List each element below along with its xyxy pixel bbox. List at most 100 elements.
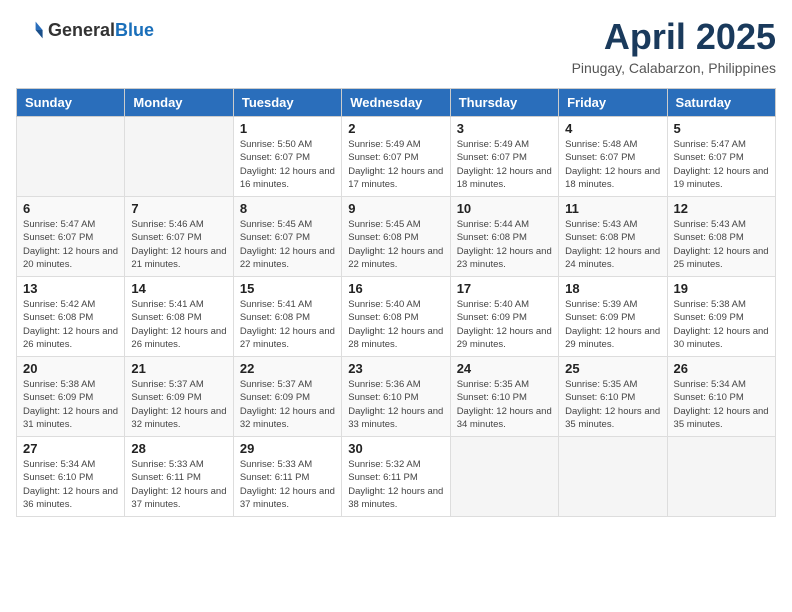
day-number: 9	[348, 201, 443, 216]
page-header: GeneralBlue April 2025 Pinugay, Calabarz…	[16, 16, 776, 76]
day-number: 7	[131, 201, 226, 216]
day-info: Sunrise: 5:41 AM Sunset: 6:08 PM Dayligh…	[240, 298, 335, 351]
calendar-cell: 2Sunrise: 5:49 AM Sunset: 6:07 PM Daylig…	[342, 117, 450, 197]
logo-text-general: General	[48, 20, 115, 40]
day-number: 5	[674, 121, 769, 136]
calendar-cell	[17, 117, 125, 197]
day-info: Sunrise: 5:35 AM Sunset: 6:10 PM Dayligh…	[565, 378, 660, 431]
week-row-2: 6 Sunrise: 5:47 AM Sunset: 6:07 PM Daylig…	[17, 197, 776, 277]
calendar-cell: 26Sunrise: 5:34 AM Sunset: 6:10 PM Dayli…	[667, 357, 775, 437]
day-info: Sunrise: 5:45 AM Sunset: 6:07 PM Dayligh…	[240, 218, 335, 271]
weekday-header-friday: Friday	[559, 89, 667, 117]
calendar-cell	[125, 117, 233, 197]
day-info: Sunrise: 5:35 AM Sunset: 6:10 PM Dayligh…	[457, 378, 552, 431]
day-info: Sunrise: 5:43 AM Sunset: 6:08 PM Dayligh…	[565, 218, 660, 271]
day-info: Sunrise: 5:47 AM Sunset: 6:07 PM Dayligh…	[23, 218, 118, 271]
day-number: 17	[457, 281, 552, 296]
calendar-cell: 5 Sunrise: 5:47 AM Sunset: 6:07 PM Daylig…	[667, 117, 775, 197]
week-row-1: 1 Sunrise: 5:50 AM Sunset: 6:07 PM Daylig…	[17, 117, 776, 197]
day-number: 14	[131, 281, 226, 296]
calendar-subtitle: Pinugay, Calabarzon, Philippines	[572, 60, 776, 76]
calendar-cell	[667, 437, 775, 517]
day-number: 25	[565, 361, 660, 376]
weekday-header-sunday: Sunday	[17, 89, 125, 117]
day-number: 2	[348, 121, 443, 136]
calendar-cell: 4 Sunrise: 5:48 AM Sunset: 6:07 PM Daylig…	[559, 117, 667, 197]
day-info: Sunrise: 5:41 AM Sunset: 6:08 PM Dayligh…	[131, 298, 226, 351]
day-number: 30	[348, 441, 443, 456]
day-number: 16	[348, 281, 443, 296]
calendar-cell	[450, 437, 558, 517]
calendar-cell: 17 Sunrise: 5:40 AM Sunset: 6:09 PM Dayli…	[450, 277, 558, 357]
calendar-cell: 9 Sunrise: 5:45 AM Sunset: 6:08 PM Daylig…	[342, 197, 450, 277]
day-number: 20	[23, 361, 118, 376]
day-info: Sunrise: 5:39 AM Sunset: 6:09 PM Dayligh…	[565, 298, 660, 351]
calendar-cell: 13 Sunrise: 5:42 AM Sunset: 6:08 PM Dayli…	[17, 277, 125, 357]
day-number: 28	[131, 441, 226, 456]
day-number: 12	[674, 201, 769, 216]
calendar-cell: 11Sunrise: 5:43 AM Sunset: 6:08 PM Dayli…	[559, 197, 667, 277]
day-number: 23	[348, 361, 443, 376]
day-number: 19	[674, 281, 769, 296]
calendar-title: April 2025	[572, 16, 776, 58]
day-info: Sunrise: 5:37 AM Sunset: 6:09 PM Dayligh…	[240, 378, 335, 431]
day-number: 1	[240, 121, 335, 136]
calendar-cell: 7Sunrise: 5:46 AM Sunset: 6:07 PM Daylig…	[125, 197, 233, 277]
calendar-table: SundayMondayTuesdayWednesdayThursdayFrid…	[16, 88, 776, 517]
day-number: 21	[131, 361, 226, 376]
calendar-cell: 6 Sunrise: 5:47 AM Sunset: 6:07 PM Daylig…	[17, 197, 125, 277]
day-info: Sunrise: 5:50 AM Sunset: 6:07 PM Dayligh…	[240, 138, 335, 191]
weekday-header-tuesday: Tuesday	[233, 89, 341, 117]
calendar-cell: 28 Sunrise: 5:33 AM Sunset: 6:11 PM Dayli…	[125, 437, 233, 517]
day-info: Sunrise: 5:37 AM Sunset: 6:09 PM Dayligh…	[131, 378, 226, 431]
day-info: Sunrise: 5:49 AM Sunset: 6:07 PM Dayligh…	[457, 138, 552, 191]
day-number: 10	[457, 201, 552, 216]
logo-text-blue: Blue	[115, 20, 154, 40]
day-info: Sunrise: 5:34 AM Sunset: 6:10 PM Dayligh…	[23, 458, 118, 511]
day-info: Sunrise: 5:45 AM Sunset: 6:08 PM Dayligh…	[348, 218, 443, 271]
day-info: Sunrise: 5:33 AM Sunset: 6:11 PM Dayligh…	[131, 458, 226, 511]
calendar-cell: 24 Sunrise: 5:35 AM Sunset: 6:10 PM Dayli…	[450, 357, 558, 437]
day-number: 13	[23, 281, 118, 296]
calendar-cell: 8 Sunrise: 5:45 AM Sunset: 6:07 PM Daylig…	[233, 197, 341, 277]
calendar-cell: 21 Sunrise: 5:37 AM Sunset: 6:09 PM Dayli…	[125, 357, 233, 437]
day-number: 27	[23, 441, 118, 456]
calendar-cell: 18Sunrise: 5:39 AM Sunset: 6:09 PM Dayli…	[559, 277, 667, 357]
day-info: Sunrise: 5:48 AM Sunset: 6:07 PM Dayligh…	[565, 138, 660, 191]
weekday-header-saturday: Saturday	[667, 89, 775, 117]
calendar-cell: 27 Sunrise: 5:34 AM Sunset: 6:10 PM Dayli…	[17, 437, 125, 517]
calendar-cell: 1 Sunrise: 5:50 AM Sunset: 6:07 PM Daylig…	[233, 117, 341, 197]
calendar-cell	[559, 437, 667, 517]
day-info: Sunrise: 5:38 AM Sunset: 6:09 PM Dayligh…	[23, 378, 118, 431]
day-info: Sunrise: 5:33 AM Sunset: 6:11 PM Dayligh…	[240, 458, 335, 511]
day-number: 4	[565, 121, 660, 136]
day-info: Sunrise: 5:32 AM Sunset: 6:11 PM Dayligh…	[348, 458, 443, 511]
day-number: 22	[240, 361, 335, 376]
calendar-cell: 29 Sunrise: 5:33 AM Sunset: 6:11 PM Dayli…	[233, 437, 341, 517]
calendar-cell: 12Sunrise: 5:43 AM Sunset: 6:08 PM Dayli…	[667, 197, 775, 277]
calendar-cell: 16Sunrise: 5:40 AM Sunset: 6:08 PM Dayli…	[342, 277, 450, 357]
day-number: 8	[240, 201, 335, 216]
calendar-cell: 30 Sunrise: 5:32 AM Sunset: 6:11 PM Dayli…	[342, 437, 450, 517]
day-number: 24	[457, 361, 552, 376]
week-row-3: 13 Sunrise: 5:42 AM Sunset: 6:08 PM Dayli…	[17, 277, 776, 357]
day-info: Sunrise: 5:44 AM Sunset: 6:08 PM Dayligh…	[457, 218, 552, 271]
day-info: Sunrise: 5:47 AM Sunset: 6:07 PM Dayligh…	[674, 138, 769, 191]
day-info: Sunrise: 5:42 AM Sunset: 6:08 PM Dayligh…	[23, 298, 118, 351]
day-number: 6	[23, 201, 118, 216]
day-number: 15	[240, 281, 335, 296]
logo-icon	[16, 16, 44, 44]
day-info: Sunrise: 5:36 AM Sunset: 6:10 PM Dayligh…	[348, 378, 443, 431]
day-number: 29	[240, 441, 335, 456]
day-info: Sunrise: 5:40 AM Sunset: 6:09 PM Dayligh…	[457, 298, 552, 351]
logo: GeneralBlue	[16, 16, 154, 44]
week-row-4: 20 Sunrise: 5:38 AM Sunset: 6:09 PM Dayli…	[17, 357, 776, 437]
calendar-cell: 19Sunrise: 5:38 AM Sunset: 6:09 PM Dayli…	[667, 277, 775, 357]
calendar-cell: 15 Sunrise: 5:41 AM Sunset: 6:08 PM Dayli…	[233, 277, 341, 357]
weekday-header-wednesday: Wednesday	[342, 89, 450, 117]
weekday-header-monday: Monday	[125, 89, 233, 117]
title-area: April 2025 Pinugay, Calabarzon, Philippi…	[572, 16, 776, 76]
day-info: Sunrise: 5:34 AM Sunset: 6:10 PM Dayligh…	[674, 378, 769, 431]
calendar-cell: 20 Sunrise: 5:38 AM Sunset: 6:09 PM Dayli…	[17, 357, 125, 437]
calendar-cell: 14 Sunrise: 5:41 AM Sunset: 6:08 PM Dayli…	[125, 277, 233, 357]
